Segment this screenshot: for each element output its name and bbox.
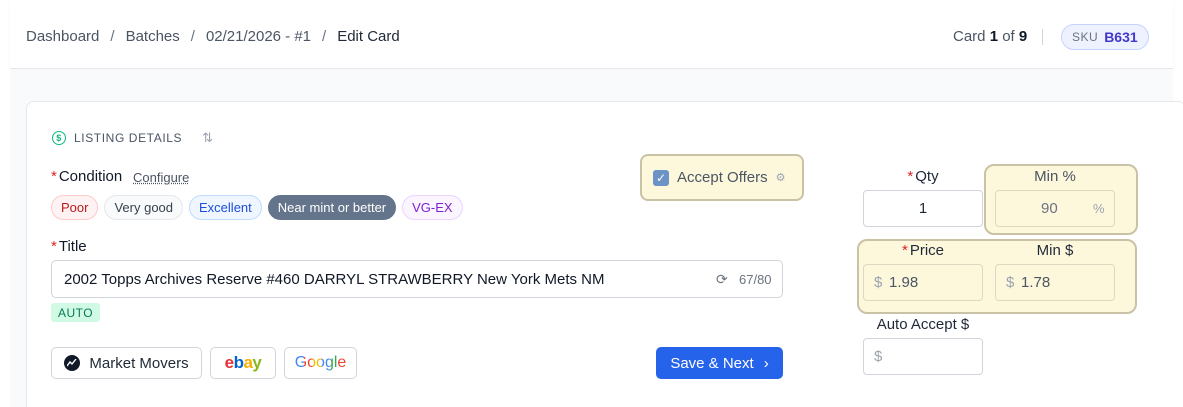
condition-chip-poor[interactable]: Poor	[51, 195, 99, 220]
chevron-right-icon: ›	[763, 354, 769, 372]
condition-label-text: Condition	[58, 168, 123, 185]
price-label: * Price	[901, 242, 945, 259]
configure-link[interactable]: Configure	[133, 170, 189, 185]
condition-chip-near-mint[interactable]: Near mint or better	[267, 195, 397, 220]
sku-badge: SKU B631	[1061, 24, 1149, 50]
save-next-label: Save & Next	[670, 354, 754, 372]
card-position-prefix: Card	[953, 28, 986, 45]
google-logo-icon: Google	[294, 354, 347, 371]
breadcrumb: Dashboard / Batches / 02/21/2026 - #1 / …	[26, 28, 400, 45]
market-movers-label: Market Movers	[89, 354, 189, 372]
ebay-button[interactable]: ebay	[210, 347, 276, 379]
breadcrumb-dashboard[interactable]: Dashboard	[26, 28, 99, 45]
price-input[interactable]: $ 1.98	[863, 264, 983, 301]
title-value: 2002 Topps Archives Reserve #460 DARRYL …	[64, 270, 605, 288]
price-value: 1.98	[889, 274, 919, 291]
breadcrumb-separator: /	[110, 28, 115, 45]
title-char-count: 67/80	[739, 272, 772, 287]
condition-chip-excellent[interactable]: Excellent	[189, 195, 262, 220]
min-dollar-label: Min $	[1036, 242, 1074, 259]
min-pct-input[interactable]: 90 %	[995, 190, 1115, 227]
breadcrumb-batches[interactable]: Batches	[126, 28, 180, 45]
sku-value: B631	[1104, 29, 1138, 45]
min-pct-value: 90	[1041, 200, 1058, 217]
card-position: Card 1 of 9	[953, 28, 1027, 45]
sku-key: SKU	[1072, 30, 1099, 44]
auto-accept-currency: $	[874, 348, 883, 365]
card-position-total: 9	[1018, 28, 1028, 45]
accept-offers-label: Accept Offers	[677, 169, 768, 186]
condition-chip-very-good[interactable]: Very good	[104, 195, 184, 220]
breadcrumb-separator: /	[322, 28, 327, 45]
qty-input[interactable]: 1	[863, 190, 983, 227]
gear-icon[interactable]: ⚙	[776, 171, 786, 184]
condition-chip-vg-ex[interactable]: VG-EX	[402, 195, 463, 220]
breadcrumb-batch[interactable]: 02/21/2026 - #1	[206, 28, 311, 45]
section-title: LISTING DETAILS	[74, 131, 183, 145]
section-header: $ LISTING DETAILS ⇅	[52, 130, 214, 146]
min-dollar-input[interactable]: $ 1.78	[995, 264, 1115, 301]
condition-label: * Condition	[51, 168, 122, 185]
qty-value: 1	[918, 200, 928, 217]
qty-label: * Qty	[907, 168, 939, 185]
check-icon[interactable]: ✓	[653, 169, 669, 186]
card-position-of: of	[1002, 28, 1015, 45]
google-button[interactable]: Google	[284, 347, 357, 379]
card-position-current: 1	[989, 28, 999, 45]
min-pct-label: Min %	[1034, 168, 1076, 185]
sort-icon[interactable]: ⇅	[202, 130, 214, 146]
market-movers-button[interactable]: Market Movers	[51, 347, 202, 379]
min-dollar-value: 1.78	[1021, 274, 1051, 291]
breadcrumb-separator: /	[190, 28, 195, 45]
price-currency: $	[874, 274, 883, 291]
required-marker: *	[51, 168, 57, 185]
breadcrumb-current: Edit Card	[337, 28, 400, 45]
auto-accept-input[interactable]: $	[863, 338, 983, 375]
save-next-button[interactable]: Save & Next ›	[656, 347, 783, 379]
min-dollar-currency: $	[1006, 274, 1015, 291]
title-input[interactable]: 2002 Topps Archives Reserve #460 DARRYL …	[51, 260, 783, 298]
refresh-icon[interactable]: ⟳	[716, 271, 728, 288]
min-pct-unit: %	[1093, 201, 1105, 216]
condition-options: Poor Very good Excellent Near mint or be…	[51, 195, 463, 220]
auto-badge: AUTO	[51, 303, 101, 322]
required-marker: *	[51, 238, 57, 255]
ebay-logo-icon: ebay	[224, 353, 262, 372]
title-label: * Title	[51, 238, 87, 255]
dollar-circle-icon: $	[52, 131, 66, 145]
title-label-text: Title	[58, 238, 87, 255]
accept-offers-toggle[interactable]: ✓ Accept Offers ⚙	[640, 154, 804, 201]
auto-accept-label: Auto Accept $	[876, 316, 970, 333]
market-movers-logo-icon	[64, 355, 81, 371]
divider	[1042, 29, 1043, 45]
